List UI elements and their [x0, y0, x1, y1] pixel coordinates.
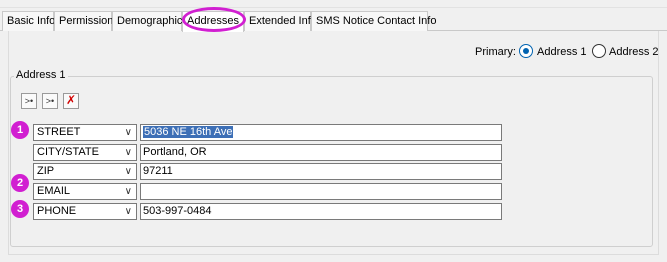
tab-demographics[interactable]: Demographics [112, 11, 188, 31]
address-value-text: Portland, OR [143, 146, 207, 158]
chevron-down-icon: ∨ [124, 166, 132, 177]
annotation-badge-2: 2 [11, 174, 29, 192]
address-value-field[interactable] [140, 183, 502, 200]
address-value-text: 5036 NE 16th Ave [143, 126, 234, 138]
tab-label: Permission [59, 15, 114, 27]
primary-address-1-radio[interactable] [519, 44, 533, 58]
window-top-strip [0, 0, 667, 8]
address-group-box [10, 76, 653, 247]
chevron-down-icon: ∨ [124, 127, 132, 138]
chevron-down-icon: ∨ [124, 186, 132, 197]
merge-icon[interactable]: >• [42, 93, 58, 109]
annotation-badge-3: 3 [11, 200, 29, 218]
tab-sms-notice-contact-info[interactable]: SMS Notice Contact Info [311, 11, 436, 31]
tab-extended-info[interactable]: Extended Info [244, 11, 317, 31]
tab-basic-info[interactable]: Basic Info [2, 11, 56, 31]
primary-address-2-radio[interactable] [592, 44, 606, 58]
address-type-value: ZIP [37, 165, 55, 177]
address-value-text: 503-997-0484 [143, 205, 212, 217]
address-type-value: CITY/STATE [37, 146, 99, 158]
address-type-select[interactable]: EMAIL ∨ [33, 183, 137, 200]
address-type-value: STREET [37, 126, 81, 138]
primary-address-1-label: Address 1 [537, 46, 587, 58]
address-value-field[interactable]: 97211 [140, 163, 502, 180]
tab-label: Basic Info [7, 15, 56, 27]
annotation-badge-1: 1 [11, 121, 29, 139]
address-type-value: PHONE [37, 205, 77, 217]
address-value-field[interactable]: Portland, OR [140, 144, 502, 161]
primary-address-2-label: Address 2 [609, 46, 659, 58]
primary-label: Primary: [475, 46, 516, 58]
chevron-down-icon: ∨ [124, 147, 132, 158]
tab-bar: Basic Info Permission Demographics Addre… [0, 11, 667, 32]
address-value-text: 97211 [143, 165, 173, 177]
tab-label: Extended Info [249, 15, 317, 27]
address-value-field[interactable]: 5036 NE 16th Ave [140, 124, 502, 141]
tab-permission[interactable]: Permission [54, 11, 114, 31]
tab-addresses[interactable]: Addresses [182, 11, 244, 32]
tab-label: Demographics [117, 15, 188, 27]
address-type-select[interactable]: STREET ∨ [33, 124, 137, 141]
address-type-select[interactable]: ZIP ∨ [33, 163, 137, 180]
tab-label: SMS Notice Contact Info [316, 15, 437, 27]
chevron-down-icon: ∨ [124, 206, 132, 217]
address-group-title: Address 1 [14, 69, 68, 81]
address-type-select[interactable]: CITY/STATE ∨ [33, 144, 137, 161]
address-type-select[interactable]: PHONE ∨ [33, 203, 137, 220]
tab-label: Addresses [187, 15, 239, 27]
address-value-field[interactable]: 503-997-0484 [140, 203, 502, 220]
delete-icon[interactable]: ✗ [63, 93, 79, 109]
split-icon[interactable]: >• [21, 93, 37, 109]
address-type-value: EMAIL [37, 185, 71, 197]
